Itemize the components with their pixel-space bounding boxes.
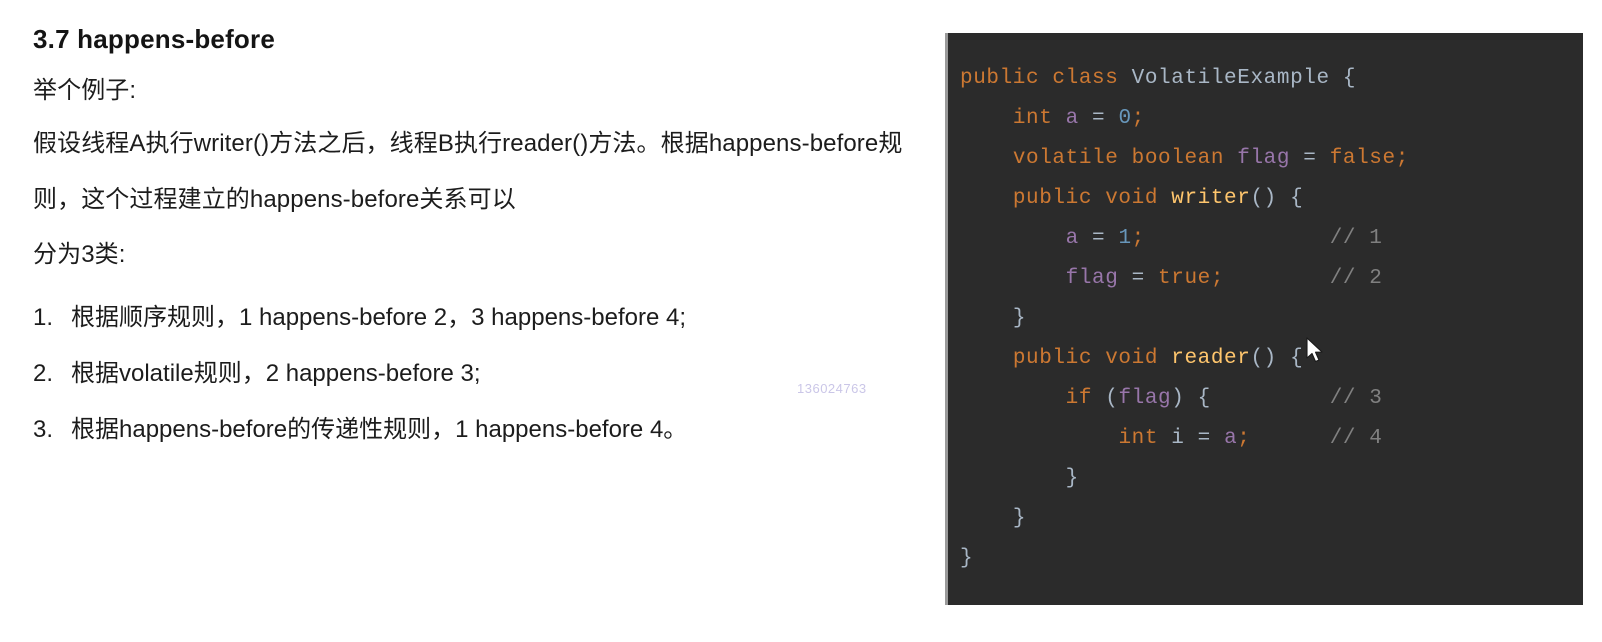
- code-token: () {: [1250, 187, 1304, 210]
- list-item-text: 根据volatile规则，2 happens-before 3;: [71, 360, 481, 387]
- code-token: {: [1329, 67, 1357, 90]
- list-item: 2. 根据volatile规则，2 happens-before 3;: [33, 346, 923, 402]
- code-token: ;: [1395, 147, 1409, 170]
- rules-list: 1. 根据顺序规则，1 happens-before 2，3 happens-b…: [33, 290, 923, 458]
- code-line: public void reader() {: [960, 347, 1303, 370]
- code-token: void: [1105, 347, 1159, 370]
- watermark: 136024763: [797, 381, 867, 396]
- code-token: =: [1118, 267, 1159, 290]
- list-item-marker: 1.: [33, 304, 54, 331]
- code-token: // 2: [1329, 267, 1383, 290]
- code-token: ;: [1237, 427, 1251, 450]
- code-token: }: [960, 547, 974, 570]
- code-token: =: [1078, 107, 1119, 130]
- code-token: }: [1012, 507, 1027, 530]
- list-item: 1. 根据顺序规则，1 happens-before 2，3 happens-b…: [33, 290, 923, 346]
- code-token: a: [1065, 107, 1079, 130]
- code-token: }: [1065, 467, 1079, 490]
- code-token: true: [1158, 267, 1211, 290]
- code-token: =: [1290, 147, 1330, 170]
- code-token: reader: [1171, 347, 1251, 370]
- list-item-text: 根据顺序规则，1 happens-before 2，3 happens-befo…: [71, 304, 686, 331]
- code-token: a: [1065, 227, 1079, 250]
- body-paragraph: 假设线程A执行writer()方法之后，线程B执行reader()方法。根据ha…: [33, 130, 903, 213]
- code-panel: public class VolatileExample { int a = 0…: [945, 33, 1583, 605]
- code-token: ) {: [1171, 387, 1211, 410]
- code-line: if (flag) { // 3: [960, 387, 1383, 410]
- code-token: // 1: [1329, 227, 1383, 250]
- code-line: }: [960, 307, 1026, 330]
- code-token: }: [1012, 307, 1027, 330]
- list-item-marker: 3.: [33, 416, 54, 443]
- code-token: class: [1052, 67, 1119, 90]
- code-token: // 3: [1329, 387, 1383, 410]
- code-token: () {: [1250, 347, 1304, 370]
- code-token: (: [1092, 387, 1119, 410]
- list-item-marker: 2.: [33, 360, 54, 387]
- code-token: // 4: [1329, 427, 1383, 450]
- list-item: 3. 根据happens-before的传递性规则，1 happens-befo…: [33, 402, 923, 458]
- code-line: int a = 0;: [960, 107, 1145, 130]
- code-token: ;: [1131, 107, 1145, 130]
- code-token: flag: [1065, 267, 1119, 290]
- code-token: volatile: [1012, 147, 1119, 170]
- code-token: int: [1012, 107, 1053, 130]
- code-token: =: [1184, 427, 1225, 450]
- code-token: a: [1224, 427, 1238, 450]
- code-token: void: [1105, 187, 1159, 210]
- code-token: public: [1012, 187, 1093, 210]
- code-line: flag = true; // 2: [960, 267, 1383, 290]
- code-token: ;: [1131, 227, 1145, 250]
- list-item-text: 根据happens-before的传递性规则，1 happens-before …: [71, 416, 688, 443]
- code-token: ;: [1210, 267, 1225, 290]
- code-token: public: [960, 67, 1040, 90]
- intro-line: 举个例子:: [33, 77, 137, 104]
- code-block: public class VolatileExample { int a = 0…: [948, 33, 1583, 579]
- code-token: =: [1078, 227, 1119, 250]
- code-line: public void writer() {: [960, 187, 1303, 210]
- code-token: boolean: [1131, 147, 1225, 170]
- tail-line: 分为3类:: [33, 241, 126, 268]
- code-token: i: [1171, 427, 1185, 450]
- code-token: flag: [1237, 147, 1291, 170]
- code-token: VolatileExample: [1131, 67, 1330, 90]
- code-token: false: [1329, 147, 1396, 170]
- code-line: }: [960, 507, 1026, 530]
- code-token: 0: [1118, 107, 1132, 130]
- code-line: int i = a; // 4: [960, 427, 1383, 450]
- code-token: flag: [1118, 387, 1172, 410]
- code-token: if: [1065, 387, 1093, 410]
- article-column: 3.7 happens-before 举个例子: 假设线程A执行writer()…: [33, 22, 923, 458]
- code-line: a = 1; // 1: [960, 227, 1383, 250]
- code-token: public: [1012, 347, 1093, 370]
- code-line: }: [960, 547, 973, 570]
- code-token: 1: [1118, 227, 1132, 250]
- code-line: volatile boolean flag = false;: [960, 147, 1409, 170]
- code-token: int: [1118, 427, 1159, 450]
- code-line: }: [960, 467, 1079, 490]
- code-line: public class VolatileExample {: [960, 67, 1356, 90]
- code-token: writer: [1171, 187, 1251, 210]
- page-title: 3.7 happens-before: [33, 24, 275, 54]
